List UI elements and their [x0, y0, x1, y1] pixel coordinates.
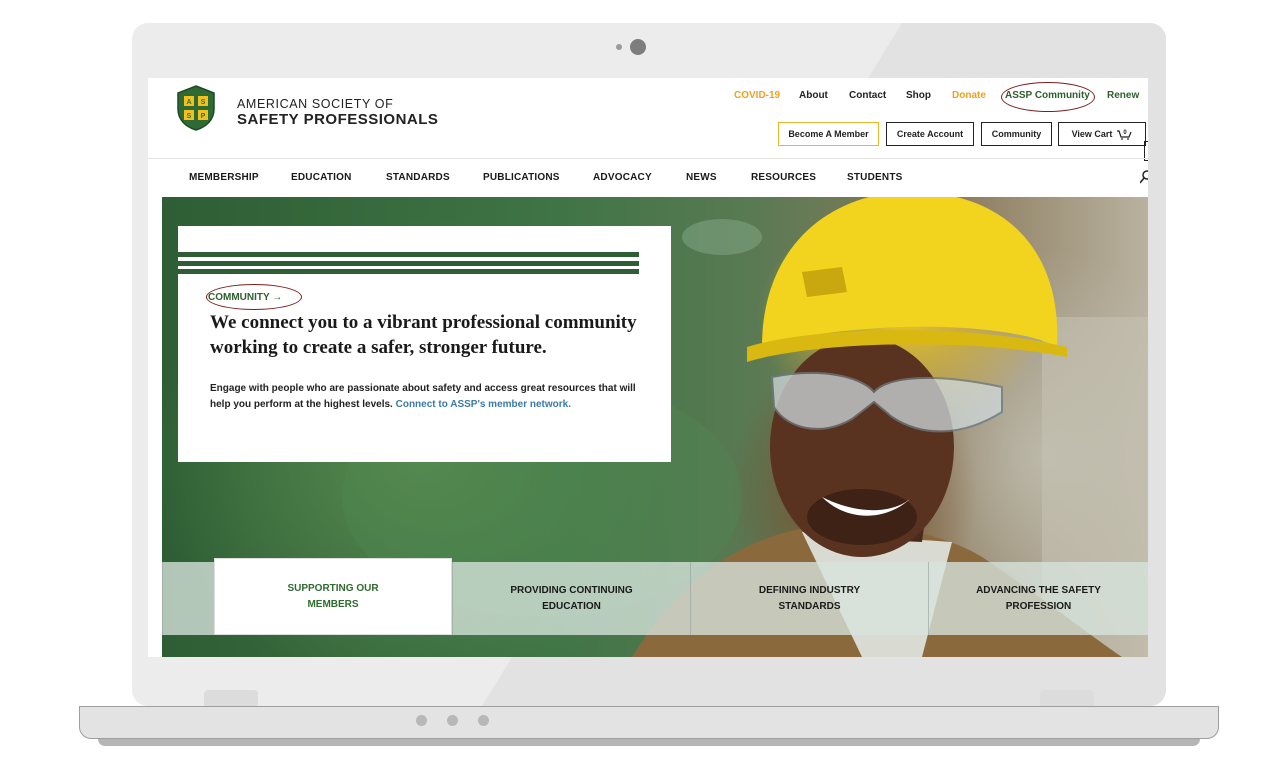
create-account-label: Create Account [896, 129, 964, 139]
nav-item-education[interactable]: EDUCATION [291, 172, 352, 183]
logo-letter: S [201, 99, 206, 106]
camera-sensor [616, 44, 622, 50]
base-dot [447, 715, 458, 726]
nav-item-membership[interactable]: MEMBERSHIP [189, 172, 259, 183]
pillar-tab-members[interactable]: SUPPORTING OUR MEMBERS [214, 558, 452, 635]
logo-letter: S [187, 113, 192, 120]
logo-letter: A [186, 99, 191, 106]
member-network-link[interactable]: Connect to ASSP's member network. [396, 399, 571, 410]
org-name-line1[interactable]: AMERICAN SOCIETY OF [237, 97, 393, 111]
community-label: Community [991, 129, 1042, 139]
search-icon[interactable] [1140, 170, 1148, 184]
become-member-label: Become A Member [788, 129, 869, 139]
assp-logo-icon[interactable]: A S S P [176, 85, 216, 131]
nav-item-publications[interactable]: PUBLICATIONS [483, 172, 560, 183]
decorative-stripe [162, 261, 639, 266]
pillar-label-line: EDUCATION [542, 600, 601, 612]
view-cart-button[interactable]: View Cart 0 [1058, 122, 1146, 146]
utility-link-shop[interactable]: Shop [906, 90, 931, 101]
pillar-label-line: ADVANCING THE SAFETY [976, 584, 1101, 596]
decorative-stripe [162, 252, 639, 257]
hero-headline: We connect you to a vibrant professional… [210, 312, 637, 358]
pillar-label: ADVANCING THE SAFETY PROFESSION [976, 583, 1101, 615]
hero-body: Engage with people who are passionate ab… [210, 381, 640, 413]
nav-item-standards[interactable]: STANDARDS [386, 172, 450, 183]
nav-item-advocacy[interactable]: ADVOCACY [593, 172, 652, 183]
utility-link-covid[interactable]: COVID-19 [734, 90, 780, 101]
hero-card: COMMUNITY → We connect you to a vibrant … [162, 226, 671, 462]
nav-item-resources[interactable]: RESOURCES [751, 172, 816, 183]
org-name-line2[interactable]: SAFETY PROFESSIONALS [237, 111, 438, 128]
community-button[interactable]: Community [981, 122, 1052, 146]
main-nav: MEMBERSHIP EDUCATION STANDARDS PUBLICATI… [148, 172, 1148, 186]
pillar-label-line: PROVIDING CONTINUING [510, 584, 633, 596]
nav-item-students[interactable]: STUDENTS [847, 172, 903, 183]
pillar-label-line: STANDARDS [778, 600, 841, 612]
pillar-tabs: SUPPORTING OUR MEMBERS PROVIDING CONTINU… [162, 558, 1148, 635]
pillar-edge [162, 562, 214, 635]
cart-count: 0 [1124, 130, 1128, 136]
pillar-label-line: MEMBERS [307, 598, 359, 610]
pillar-label: SUPPORTING OUR MEMBERS [287, 581, 378, 613]
decorative-stripe [162, 269, 639, 274]
pillar-tab-profession[interactable]: ADVANCING THE SAFETY PROFESSION [928, 562, 1148, 635]
laptop-mockup: A S S P AMERICAN SOCIETY OF SAFETY PROFE… [0, 0, 1286, 780]
pillar-label: DEFINING INDUSTRY STANDARDS [759, 583, 860, 615]
utility-link-contact[interactable]: Contact [849, 90, 886, 101]
utility-link-donate[interactable]: Donate [952, 90, 986, 101]
header-divider [148, 158, 1148, 159]
logo-letter: P [201, 113, 206, 120]
become-member-button[interactable]: Become A Member [778, 122, 879, 146]
hero-banner: COMMUNITY → We connect you to a vibrant … [162, 197, 1148, 657]
utility-link-renew[interactable]: Renew [1107, 90, 1139, 101]
pillar-tab-standards[interactable]: DEFINING INDUSTRY STANDARDS [690, 562, 928, 635]
utility-link-about[interactable]: About [799, 90, 828, 101]
annotation-circle [1001, 82, 1095, 112]
annotation-circle [206, 284, 302, 310]
pillar-label: PROVIDING CONTINUING EDUCATION [510, 583, 632, 615]
nav-item-news[interactable]: NEWS [686, 172, 717, 183]
pillar-label-line: SUPPORTING OUR [287, 582, 379, 594]
pillar-label-line: PROFESSION [1005, 600, 1072, 612]
cart-icon: 0 [1117, 130, 1132, 140]
laptop-base [79, 706, 1219, 739]
pillar-label-line: DEFINING INDUSTRY [758, 584, 861, 596]
view-cart-label: View Cart [1071, 129, 1113, 139]
create-account-button[interactable]: Create Account [886, 122, 974, 146]
base-dot [478, 715, 489, 726]
pillar-tab-education[interactable]: PROVIDING CONTINUING EDUCATION [452, 562, 690, 635]
browser-screen: A S S P AMERICAN SOCIETY OF SAFETY PROFE… [148, 78, 1148, 657]
camera-icon [630, 39, 646, 55]
base-dot [416, 715, 427, 726]
laptop-base-shadow [98, 739, 1200, 746]
